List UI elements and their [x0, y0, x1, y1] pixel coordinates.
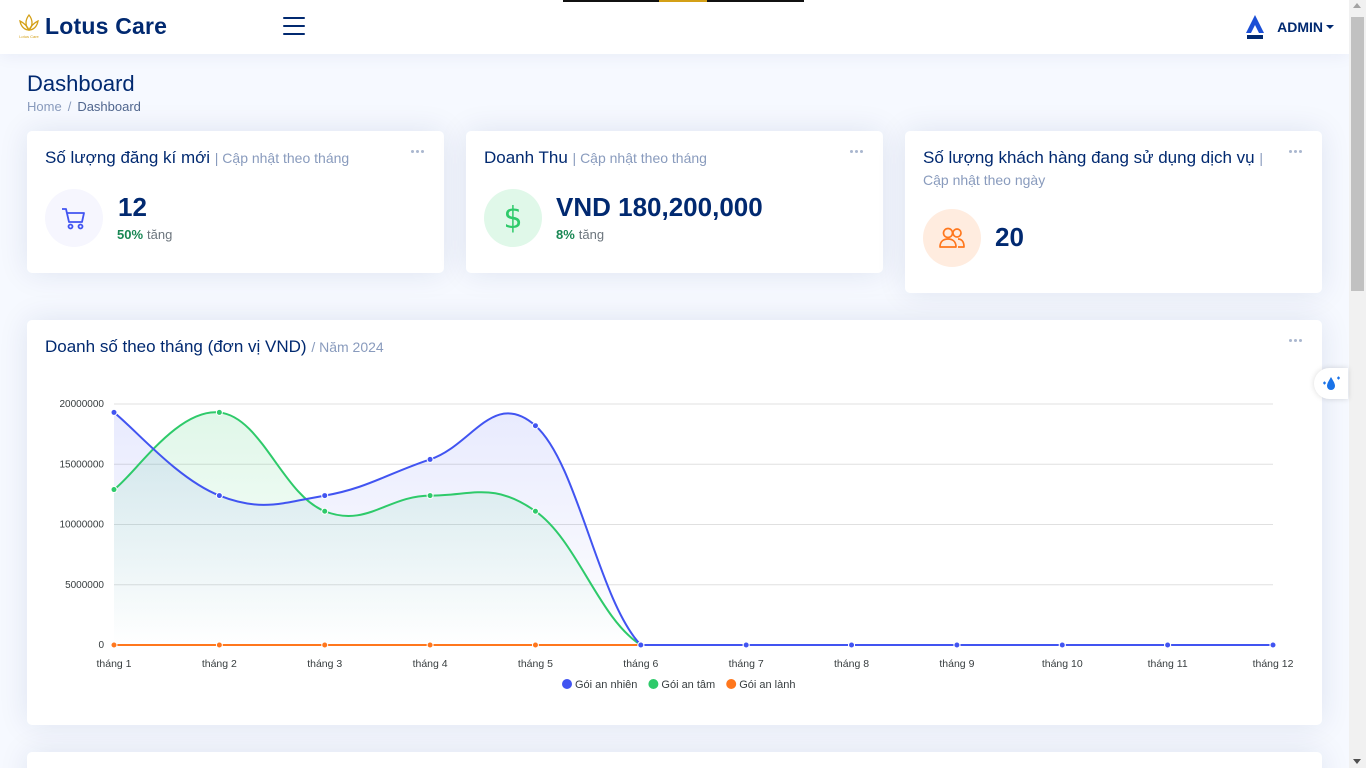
data-point — [321, 492, 329, 500]
breadcrumb-home[interactable]: Home — [27, 99, 62, 114]
y-tick-label: 10000000 — [60, 520, 105, 531]
data-point — [531, 507, 539, 515]
x-tick-label: tháng 9 — [939, 658, 974, 670]
stat-change: 8% tăng — [556, 227, 605, 242]
data-point — [110, 486, 118, 494]
y-tick-label: 20000000 — [60, 399, 105, 410]
top-progress-strip — [563, 0, 804, 2]
stat-value: 20 — [995, 222, 1024, 252]
next-section-card — [27, 752, 1322, 768]
data-point — [321, 507, 329, 515]
legend-marker — [562, 679, 572, 689]
data-point — [637, 641, 645, 649]
y-tick-label: 5000000 — [65, 580, 104, 591]
people-icon — [923, 209, 981, 267]
menu-icon[interactable] — [283, 17, 305, 37]
stat-value: 12 — [118, 192, 147, 222]
top-header: Lotus Care Lotus Care ADMIN — [0, 0, 1349, 54]
series-area — [114, 412, 1273, 645]
lotus-logo-icon: Lotus Care — [19, 13, 40, 39]
card-subtitle: | Cập nhật theo tháng — [572, 150, 707, 166]
profile-name: ADMIN — [1277, 19, 1334, 35]
data-point — [1269, 641, 1277, 649]
y-tick-label: 15000000 — [60, 459, 105, 470]
y-tick-label: 0 — [98, 640, 104, 651]
data-point — [215, 408, 223, 416]
breadcrumb-current: Dashboard — [77, 99, 141, 114]
brand-logo[interactable]: Lotus Care Lotus Care — [17, 12, 167, 40]
monthly-sales-chart: 0 5000000 10000000 15000000 20000000 tháng 1 t… — [60, 399, 1294, 691]
x-tick-label: tháng 12 — [1253, 658, 1294, 670]
scroll-thumb[interactable] — [1351, 17, 1364, 291]
data-point — [110, 641, 118, 649]
breadcrumb: Home / Dashboard — [27, 99, 141, 114]
logo-small-text: Lotus Care — [19, 34, 39, 39]
card-subtitle: | — [1259, 150, 1264, 166]
legend-label: Gói an nhiên — [575, 679, 637, 691]
more-options-icon[interactable] — [1289, 147, 1305, 155]
legend-label: Gói an tâm — [661, 679, 715, 691]
data-point — [742, 641, 750, 649]
data-point — [426, 492, 434, 500]
x-tick-label: tháng 10 — [1042, 658, 1083, 670]
active-customers-card: Số lượng khách hàng đang sử dụng dịch vụ… — [905, 131, 1322, 293]
x-tick-label: tháng 4 — [413, 658, 448, 670]
data-point — [531, 422, 539, 430]
more-options-icon[interactable] — [411, 147, 427, 155]
brand-name: Lotus Care — [45, 12, 168, 39]
stat-change: 50% tăng — [117, 227, 173, 242]
page-title: Dashboard — [27, 71, 135, 96]
scroll-down-arrow-icon[interactable] — [1353, 759, 1361, 764]
x-tick-label: tháng 6 — [623, 658, 658, 670]
data-point — [215, 641, 223, 649]
card-title: Số lượng đăng kí mới | Cập nhật theo thá… — [45, 148, 350, 167]
profile-logo-icon — [1246, 15, 1265, 39]
card-title: Doanh Thu | Cập nhật theo tháng — [484, 148, 707, 167]
card-subtitle: | Cập nhật theo tháng — [214, 150, 350, 166]
data-point — [1058, 641, 1066, 649]
legend-marker — [726, 679, 737, 689]
new-registrations-card: Số lượng đăng kí mới | Cập nhật theo thá… — [27, 131, 444, 273]
data-point — [531, 641, 539, 649]
cart-icon — [45, 189, 103, 247]
chevron-down-icon — [1326, 25, 1334, 29]
revenue-card: Doanh Thu | Cập nhật theo tháng $ VND 18… — [466, 131, 883, 273]
data-point — [1164, 641, 1172, 649]
water-drop-icon — [1323, 376, 1340, 390]
side-settings-tab[interactable] — [1314, 368, 1348, 399]
data-point — [426, 641, 434, 649]
scroll-up-arrow-icon[interactable] — [1353, 3, 1361, 8]
x-tick-label: tháng 8 — [834, 658, 869, 670]
dollar-icon: $ — [484, 189, 542, 247]
x-tick-label: tháng 7 — [729, 658, 764, 670]
x-tick-label: tháng 2 — [202, 658, 237, 670]
data-point — [110, 408, 118, 416]
data-point — [953, 641, 961, 649]
data-point — [321, 641, 329, 649]
card-subtitle-line2: Cập nhật theo ngày — [923, 172, 1046, 188]
data-point — [426, 455, 434, 463]
breadcrumb-separator: / — [67, 99, 72, 114]
page-scrollbar[interactable] — [1349, 0, 1366, 768]
profile-dropdown[interactable]: ADMIN — [1245, 14, 1334, 40]
legend-marker — [648, 679, 659, 689]
monthly-sales-card: Doanh số theo tháng (đơn vị VND) / Năm 2… — [27, 320, 1322, 725]
card-title: Số lượng khách hàng đang sử dụng dịch vụ… — [923, 148, 1264, 167]
data-point — [848, 641, 856, 649]
x-tick-label: tháng 1 — [96, 658, 131, 670]
more-options-icon[interactable] — [850, 147, 866, 155]
legend-label: Gói an lành — [739, 679, 795, 691]
x-tick-label: tháng 11 — [1148, 658, 1188, 670]
stat-value: VND 180,200,000 — [556, 192, 763, 222]
x-tick-label: tháng 3 — [307, 658, 342, 670]
data-point — [215, 492, 223, 500]
x-tick-label: tháng 5 — [518, 658, 553, 670]
